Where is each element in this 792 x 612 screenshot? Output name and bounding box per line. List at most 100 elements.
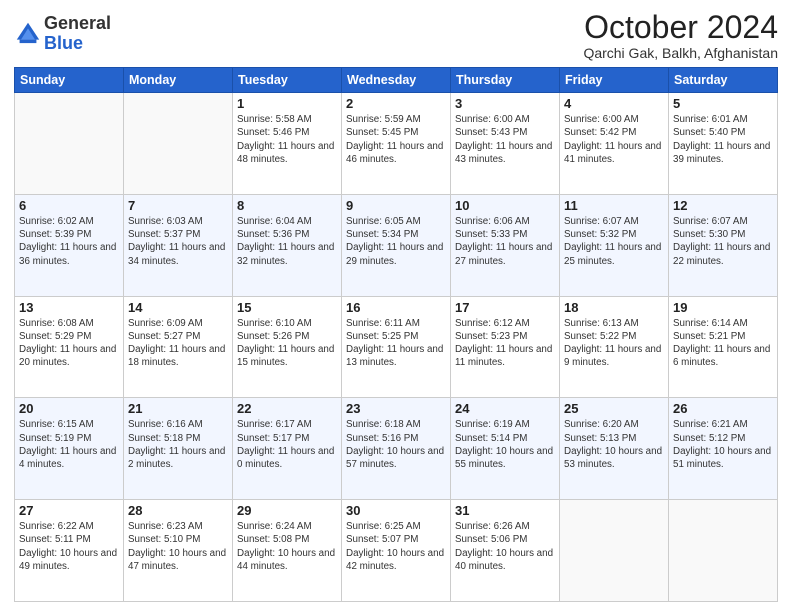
title-block: October 2024 Qarchi Gak, Balkh, Afghanis… [583,10,778,61]
day-detail: Sunrise: 6:10 AM Sunset: 5:26 PM Dayligh… [237,317,337,370]
day-number: 1 [237,96,337,111]
day-number: 15 [237,300,337,315]
day-detail: Sunrise: 6:16 AM Sunset: 5:18 PM Dayligh… [128,418,228,471]
day-detail: Sunrise: 6:20 AM Sunset: 5:13 PM Dayligh… [564,418,664,471]
day-detail: Sunrise: 6:12 AM Sunset: 5:23 PM Dayligh… [455,317,555,370]
day-detail: Sunrise: 6:00 AM Sunset: 5:42 PM Dayligh… [564,113,664,166]
calendar-cell: 17Sunrise: 6:12 AM Sunset: 5:23 PM Dayli… [451,296,560,398]
calendar: SundayMondayTuesdayWednesdayThursdayFrid… [14,67,778,602]
day-number: 2 [346,96,446,111]
day-detail: Sunrise: 6:13 AM Sunset: 5:22 PM Dayligh… [564,317,664,370]
calendar-cell [560,500,669,602]
day-number: 30 [346,503,446,518]
week-row: 13 Sunrise: 6:08 AM Sunset: 5:29 PM Dayli… [15,296,778,398]
day-detail: Sunrise: 6:14 AM Sunset: 5:21 PM Dayligh… [673,317,773,370]
logo: General Blue [14,14,111,54]
logo-line1: General [44,14,111,34]
week-row: 27 Sunrise: 6:22 AM Sunset: 5:11 PM Dayli… [15,500,778,602]
day-detail: Sunrise: 6:26 AM Sunset: 5:06 PM Dayligh… [455,520,555,573]
weekday-row: SundayMondayTuesdayWednesdayThursdayFrid… [15,68,778,93]
logo-text: General Blue [44,14,111,54]
day-number: 23 [346,401,446,416]
day-detail: Sunrise: 6:21 AM Sunset: 5:12 PM Dayligh… [673,418,773,471]
day-number: 4 [564,96,664,111]
day-detail: Sunrise: 6:08 AM Sunset: 5:29 PM Dayligh… [19,317,119,370]
calendar-header: SundayMondayTuesdayWednesdayThursdayFrid… [15,68,778,93]
day-detail: Sunrise: 6:02 AM Sunset: 5:39 PM Dayligh… [19,215,119,268]
day-number: 11 [564,198,664,213]
day-number: 25 [564,401,664,416]
calendar-cell: 31 Sunrise: 6:26 AM Sunset: 5:06 PM Dayli… [451,500,560,602]
day-detail: Sunrise: 6:09 AM Sunset: 5:27 PM Dayligh… [128,317,228,370]
day-number: 7 [128,198,228,213]
day-number: 16 [346,300,446,315]
day-detail: Sunrise: 6:07 AM Sunset: 5:32 PM Dayligh… [564,215,664,268]
day-number: 6 [19,198,119,213]
day-detail: Sunrise: 6:18 AM Sunset: 5:16 PM Dayligh… [346,418,446,471]
day-number: 27 [19,503,119,518]
calendar-cell: 3Sunrise: 6:00 AM Sunset: 5:43 PM Daylig… [451,93,560,195]
day-detail: Sunrise: 6:24 AM Sunset: 5:08 PM Dayligh… [237,520,337,573]
day-detail: Sunrise: 6:17 AM Sunset: 5:17 PM Dayligh… [237,418,337,471]
logo-icon [14,20,42,48]
day-detail: Sunrise: 6:05 AM Sunset: 5:34 PM Dayligh… [346,215,446,268]
weekday-header-monday: Monday [124,68,233,93]
day-number: 13 [19,300,119,315]
day-number: 10 [455,198,555,213]
day-detail: Sunrise: 6:03 AM Sunset: 5:37 PM Dayligh… [128,215,228,268]
week-row: 1 Sunrise: 5:58 AM Sunset: 5:46 PM Daylig… [15,93,778,195]
day-number: 19 [673,300,773,315]
month-title: October 2024 [583,10,778,45]
calendar-cell: 15 Sunrise: 6:10 AM Sunset: 5:26 PM Dayli… [233,296,342,398]
week-row: 20Sunrise: 6:15 AM Sunset: 5:19 PM Dayli… [15,398,778,500]
day-detail: Sunrise: 6:25 AM Sunset: 5:07 PM Dayligh… [346,520,446,573]
day-detail: Sunrise: 6:22 AM Sunset: 5:11 PM Dayligh… [19,520,119,573]
weekday-header-tuesday: Tuesday [233,68,342,93]
day-number: 8 [237,198,337,213]
day-detail: Sunrise: 5:58 AM Sunset: 5:46 PM Dayligh… [237,113,337,166]
day-number: 21 [128,401,228,416]
header: General Blue October 2024 Qarchi Gak, Ba… [14,10,778,61]
calendar-cell: 23 Sunrise: 6:18 AM Sunset: 5:16 PM Dayli… [342,398,451,500]
calendar-cell: 26 Sunrise: 6:21 AM Sunset: 5:12 PM Dayli… [669,398,778,500]
calendar-cell: 16 Sunrise: 6:11 AM Sunset: 5:25 PM Dayli… [342,296,451,398]
calendar-cell: 24Sunrise: 6:19 AM Sunset: 5:14 PM Dayli… [451,398,560,500]
day-number: 31 [455,503,555,518]
weekday-header-saturday: Saturday [669,68,778,93]
calendar-cell: 25 Sunrise: 6:20 AM Sunset: 5:13 PM Dayli… [560,398,669,500]
calendar-cell [15,93,124,195]
location: Qarchi Gak, Balkh, Afghanistan [583,45,778,61]
day-number: 14 [128,300,228,315]
calendar-body: 1 Sunrise: 5:58 AM Sunset: 5:46 PM Daylig… [15,93,778,602]
week-row: 6 Sunrise: 6:02 AM Sunset: 5:39 PM Daylig… [15,194,778,296]
weekday-header-sunday: Sunday [15,68,124,93]
calendar-cell: 9Sunrise: 6:05 AM Sunset: 5:34 PM Daylig… [342,194,451,296]
calendar-cell: 18 Sunrise: 6:13 AM Sunset: 5:22 PM Dayli… [560,296,669,398]
day-number: 5 [673,96,773,111]
calendar-cell: 22 Sunrise: 6:17 AM Sunset: 5:17 PM Dayli… [233,398,342,500]
calendar-cell: 7 Sunrise: 6:03 AM Sunset: 5:37 PM Daylig… [124,194,233,296]
page: General Blue October 2024 Qarchi Gak, Ba… [0,0,792,612]
calendar-cell: 29 Sunrise: 6:24 AM Sunset: 5:08 PM Dayli… [233,500,342,602]
day-detail: Sunrise: 6:19 AM Sunset: 5:14 PM Dayligh… [455,418,555,471]
day-number: 26 [673,401,773,416]
calendar-cell: 27 Sunrise: 6:22 AM Sunset: 5:11 PM Dayli… [15,500,124,602]
day-detail: Sunrise: 6:11 AM Sunset: 5:25 PM Dayligh… [346,317,446,370]
calendar-cell [124,93,233,195]
day-number: 29 [237,503,337,518]
day-number: 3 [455,96,555,111]
calendar-cell: 4 Sunrise: 6:00 AM Sunset: 5:42 PM Daylig… [560,93,669,195]
logo-line2: Blue [44,34,111,54]
day-detail: Sunrise: 6:07 AM Sunset: 5:30 PM Dayligh… [673,215,773,268]
calendar-cell: 10Sunrise: 6:06 AM Sunset: 5:33 PM Dayli… [451,194,560,296]
calendar-cell: 28Sunrise: 6:23 AM Sunset: 5:10 PM Dayli… [124,500,233,602]
calendar-cell: 14 Sunrise: 6:09 AM Sunset: 5:27 PM Dayli… [124,296,233,398]
day-number: 22 [237,401,337,416]
day-number: 28 [128,503,228,518]
calendar-cell: 5Sunrise: 6:01 AM Sunset: 5:40 PM Daylig… [669,93,778,195]
calendar-cell: 6 Sunrise: 6:02 AM Sunset: 5:39 PM Daylig… [15,194,124,296]
weekday-header-wednesday: Wednesday [342,68,451,93]
calendar-cell: 8Sunrise: 6:04 AM Sunset: 5:36 PM Daylig… [233,194,342,296]
weekday-header-friday: Friday [560,68,669,93]
day-number: 18 [564,300,664,315]
